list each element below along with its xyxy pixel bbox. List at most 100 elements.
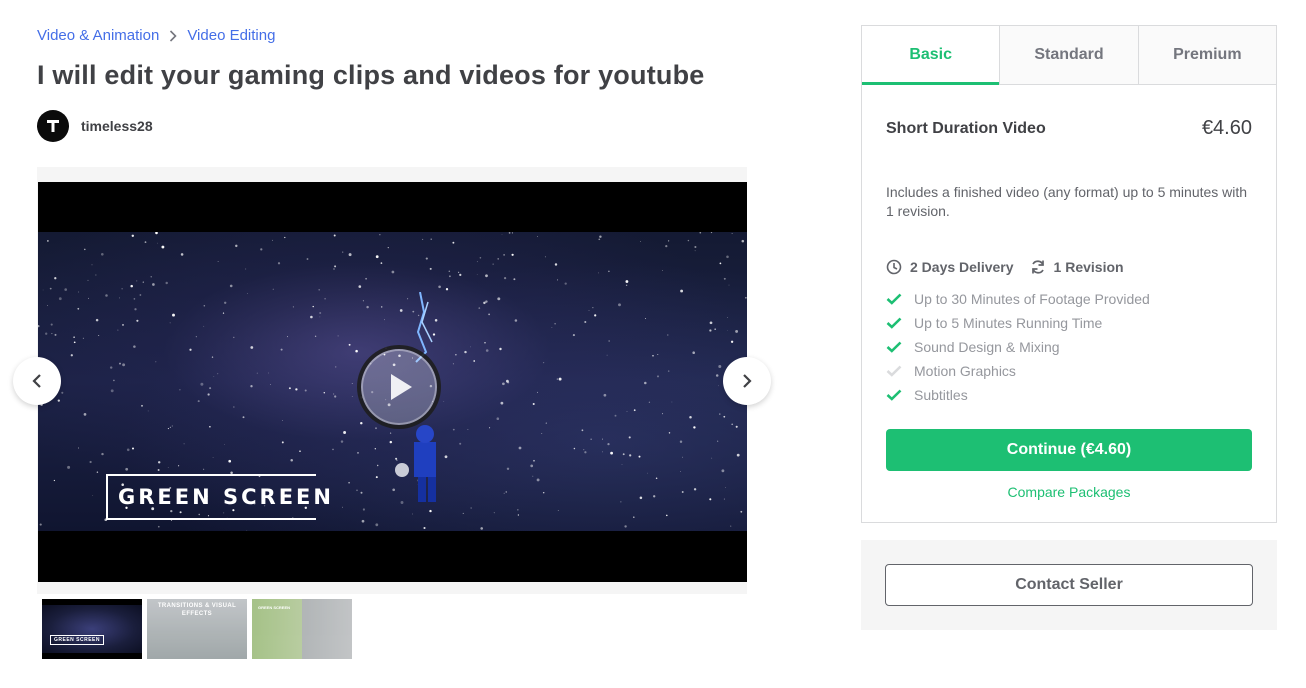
star-dot (633, 516, 635, 518)
star-dot (725, 487, 726, 488)
star-dot (333, 268, 335, 270)
star-dot (492, 263, 494, 265)
star-dot (379, 234, 381, 236)
star-dot (726, 329, 728, 331)
star-dot (189, 348, 192, 351)
seller-name-link[interactable]: timeless28 (81, 118, 153, 134)
thumbnail-2[interactable]: TRANSITIONS & VISUAL EFFECTS (147, 599, 247, 659)
star-dot (209, 387, 212, 390)
star-dot (270, 384, 271, 385)
star-dot (693, 488, 697, 491)
star-dot (233, 336, 235, 339)
star-dot (314, 335, 317, 337)
star-dot (610, 451, 613, 455)
star-dot (694, 250, 696, 252)
star-dot (633, 409, 636, 412)
check-icon (886, 341, 902, 353)
check-icon (886, 389, 902, 401)
star-dot (212, 457, 214, 459)
play-icon (391, 374, 412, 400)
star-dot (203, 304, 206, 307)
star-dot (728, 284, 730, 286)
star-dot (545, 422, 547, 424)
compare-packages-link[interactable]: Compare Packages (886, 484, 1252, 500)
star-dot (573, 447, 576, 450)
star-dot (131, 447, 135, 450)
package-name: Short Duration Video (886, 119, 1046, 137)
video-player[interactable]: GREEN SCREEN (38, 182, 747, 582)
star-dot (358, 285, 362, 288)
star-dot (87, 279, 89, 281)
breadcrumb-subcategory-link[interactable]: Video Editing (187, 27, 275, 44)
contact-seller-button[interactable]: Contact Seller (885, 564, 1253, 606)
star-dot (365, 277, 367, 280)
star-dot (380, 306, 383, 308)
breadcrumb: Video & Animation Video Editing (37, 27, 275, 44)
star-dot (740, 510, 743, 513)
star-dot (213, 376, 215, 377)
star-dot (197, 400, 200, 403)
star-dot (671, 401, 673, 403)
star-dot (452, 241, 455, 244)
star-dot (715, 374, 719, 377)
star-dot (125, 467, 129, 471)
star-dot (217, 261, 219, 262)
video-overlay-title: GREEN SCREEN (106, 474, 331, 520)
star-dot (644, 381, 647, 385)
star-dot (51, 333, 53, 335)
star-dot (171, 425, 173, 427)
star-dot (423, 526, 426, 530)
star-dot (532, 402, 535, 406)
star-dot (648, 401, 651, 403)
star-dot (334, 265, 337, 268)
star-dot (478, 307, 481, 309)
package-meta: 2 Days Delivery 1 Revision (886, 259, 1252, 275)
star-dot (622, 453, 625, 456)
star-dot (554, 263, 558, 266)
star-dot (590, 438, 592, 440)
star-dot (511, 253, 514, 256)
star-dot (343, 431, 347, 434)
thumbnail-1[interactable]: GREEN SCREEN (42, 599, 142, 659)
star-dot (628, 436, 631, 439)
chevron-left-icon (32, 374, 41, 388)
star-dot (235, 244, 238, 248)
star-dot (318, 289, 321, 291)
star-dot (429, 509, 432, 513)
gig-title: I will edit your gaming clips and videos… (37, 60, 705, 90)
star-dot (500, 401, 504, 405)
star-dot (167, 428, 169, 430)
tab-standard[interactable]: Standard (999, 26, 1138, 84)
star-dot (207, 393, 210, 396)
continue-button[interactable]: Continue (€4.60) (886, 429, 1252, 471)
play-button[interactable] (357, 345, 441, 429)
package-price: €4.60 (1201, 117, 1252, 139)
feature-list: Up to 30 Minutes of Footage Provided Up … (886, 287, 1252, 407)
star-dot (499, 347, 502, 351)
seller-avatar[interactable] (37, 110, 69, 142)
star-dot (83, 413, 87, 416)
star-dot (723, 277, 726, 280)
star-dot (736, 453, 740, 457)
star-dot (544, 256, 546, 258)
star-dot (169, 426, 171, 428)
star-dot (530, 464, 534, 468)
star-dot (130, 284, 133, 288)
tab-basic[interactable]: Basic (862, 26, 1000, 85)
star-dot (493, 512, 495, 514)
star-dot (319, 311, 322, 315)
star-dot (551, 327, 553, 329)
star-dot (606, 354, 608, 356)
star-dot (655, 477, 658, 479)
breadcrumb-category-link[interactable]: Video & Animation (37, 27, 159, 44)
revision-info: 1 Revision (1030, 259, 1124, 275)
thumbnail-3[interactable]: GREEN SCREEN (252, 599, 352, 659)
star-dot (470, 346, 471, 348)
star-dot (537, 235, 538, 237)
gallery-prev-button[interactable] (13, 357, 61, 405)
star-dot (73, 341, 76, 344)
gallery-next-button[interactable] (723, 357, 771, 405)
star-dot (312, 305, 314, 308)
star-dot (375, 523, 379, 527)
tab-premium[interactable]: Premium (1137, 26, 1276, 84)
